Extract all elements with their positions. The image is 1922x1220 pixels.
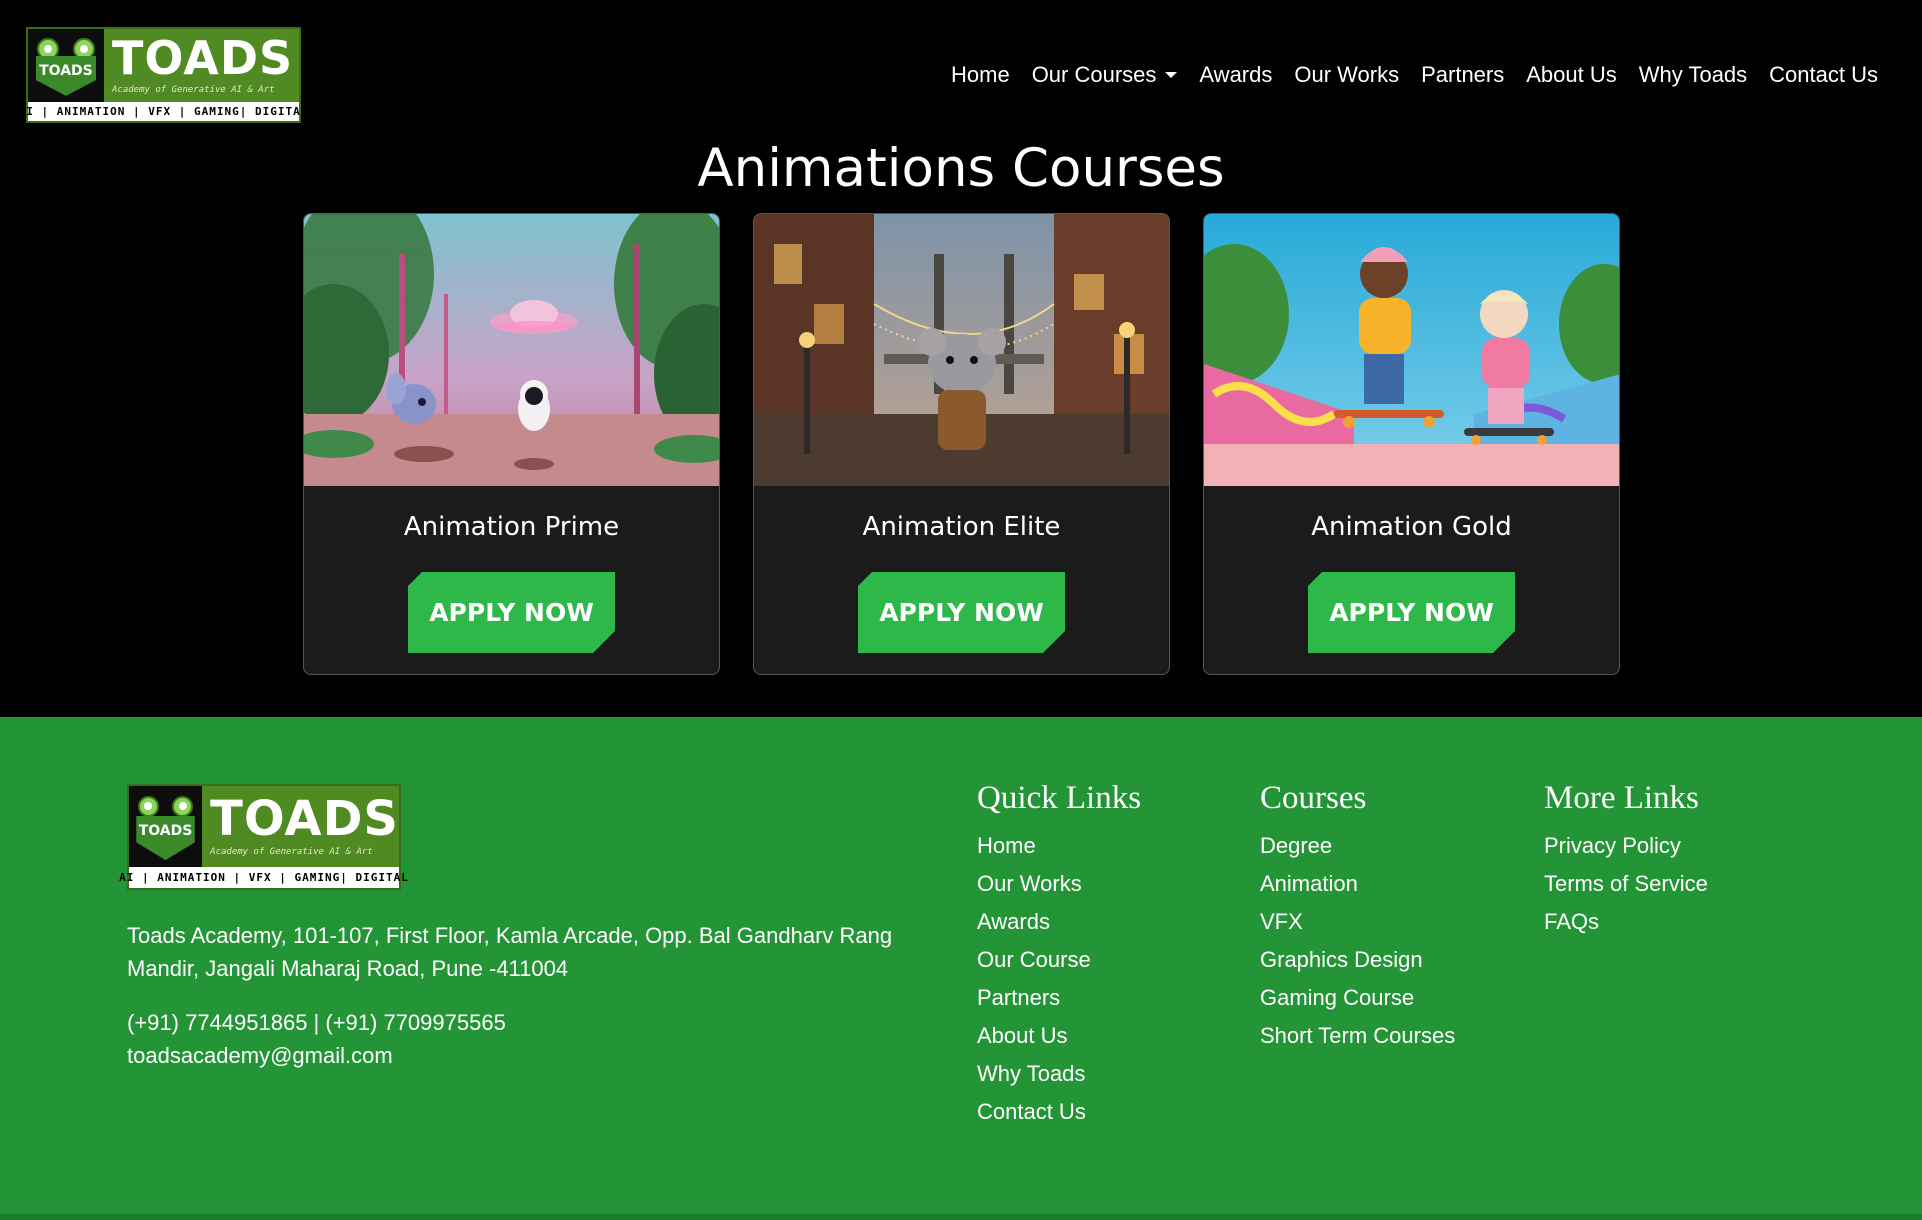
course-card-prime: Animation Prime APPLY NOW xyxy=(303,213,720,675)
footer-courses: Courses Degree Animation VFX Graphics De… xyxy=(1260,780,1455,1055)
footer-link-contact-us[interactable]: Contact Us xyxy=(977,1093,1141,1131)
nav-why-toads[interactable]: Why Toads xyxy=(1628,62,1758,88)
alien-forest-ufo-image xyxy=(304,214,719,486)
apply-now-button[interactable]: APPLY NOW xyxy=(408,572,615,653)
course-title: Animation Prime xyxy=(403,512,620,542)
page-title: Animations Courses xyxy=(697,138,1225,199)
footer-quick-links: Quick Links Home Our Works Awards Our Co… xyxy=(977,780,1141,1131)
footer-link-why-toads[interactable]: Why Toads xyxy=(977,1055,1141,1093)
footer-link-partners[interactable]: Partners xyxy=(977,979,1141,1017)
apply-now-button[interactable]: APPLY NOW xyxy=(1308,572,1515,653)
quick-links-heading: Quick Links xyxy=(977,780,1142,816)
footer-link-about-us[interactable]: About Us xyxy=(977,1017,1141,1055)
more-links-heading: More Links xyxy=(1544,780,1699,816)
logo-subtitle: Academy of Generative AI & Art xyxy=(112,85,275,96)
footer-link-faqs[interactable]: FAQs xyxy=(1544,903,1708,941)
footer-more-links: More Links Privacy Policy Terms of Servi… xyxy=(1544,780,1708,941)
logo-name: TOADS xyxy=(210,791,399,848)
footer-link-animation[interactable]: Animation xyxy=(1260,865,1455,903)
footer-contact: (+91) 7744951865 | (+91) 7709975565 toad… xyxy=(127,1006,506,1072)
header-logo[interactable]: TOADS TOADS Academy of Generative AI & A… xyxy=(19,27,307,123)
footer-link-home[interactable]: Home xyxy=(977,827,1141,865)
toad-mascot-icon: TOADS xyxy=(129,786,203,867)
footer-link-vfx[interactable]: VFX xyxy=(1260,903,1455,941)
apply-now-button[interactable]: APPLY NOW xyxy=(858,572,1065,653)
toad-mascot-icon: TOADS xyxy=(28,29,104,102)
logo-tagline: AI | ANIMATION | VFX | GAMING| DIGITAL xyxy=(19,101,307,121)
footer-link-our-course[interactable]: Our Course xyxy=(977,941,1141,979)
mouse-city-bridge-image xyxy=(754,214,1169,486)
footer-phones: (+91) 7744951865 | (+91) 7709975565 xyxy=(127,1010,506,1035)
footer-link-short-term-courses[interactable]: Short Term Courses xyxy=(1260,1017,1455,1055)
footer-divider xyxy=(0,1214,1922,1220)
courses-heading: Courses xyxy=(1260,780,1367,816)
logo-name: TOADS xyxy=(112,31,294,86)
footer-logo[interactable]: TOADS TOADS Academy of Generative AI & A… xyxy=(119,784,408,890)
footer-address: Toads Academy, 101-107, First Floor, Kam… xyxy=(127,923,893,981)
course-card-elite: Animation Elite APPLY NOW xyxy=(753,213,1170,675)
footer-link-degree[interactable]: Degree xyxy=(1260,827,1455,865)
course-title: Animation Elite xyxy=(862,512,1061,542)
course-card-gold: Animation Gold APPLY NOW xyxy=(1203,213,1620,675)
nav-our-works[interactable]: Our Works xyxy=(1283,62,1410,88)
nav-awards[interactable]: Awards xyxy=(1188,62,1283,88)
course-cards: Animation Prime APPLY NOW Animation Elit… xyxy=(303,213,1620,675)
kids-skateboarding-image xyxy=(1204,214,1619,486)
course-title: Animation Gold xyxy=(1311,512,1512,542)
footer-link-terms-of-service[interactable]: Terms of Service xyxy=(1544,865,1708,903)
footer-link-graphics-design[interactable]: Graphics Design xyxy=(1260,941,1455,979)
footer-link-gaming-course[interactable]: Gaming Course xyxy=(1260,979,1455,1017)
nav-about-us[interactable]: About Us xyxy=(1515,62,1628,88)
footer-link-our-works[interactable]: Our Works xyxy=(977,865,1141,903)
nav-contact-us[interactable]: Contact Us xyxy=(1758,62,1889,88)
footer-link-privacy-policy[interactable]: Privacy Policy xyxy=(1544,827,1708,865)
footer-email[interactable]: toadsacademy@gmail.com xyxy=(127,1039,506,1072)
nav-our-courses[interactable]: Our Courses xyxy=(1021,62,1189,88)
nav-home[interactable]: Home xyxy=(940,62,1021,88)
nav-partners[interactable]: Partners xyxy=(1410,62,1515,88)
logo-subtitle: Academy of Generative AI & Art xyxy=(210,847,373,858)
main-nav: Home Our Courses Awards Our Works Partne… xyxy=(940,62,1889,88)
footer-link-awards[interactable]: Awards xyxy=(977,903,1141,941)
caret-down-icon xyxy=(1165,72,1178,78)
logo-tagline: AI | ANIMATION | VFX | GAMING| DIGITAL xyxy=(119,866,408,888)
